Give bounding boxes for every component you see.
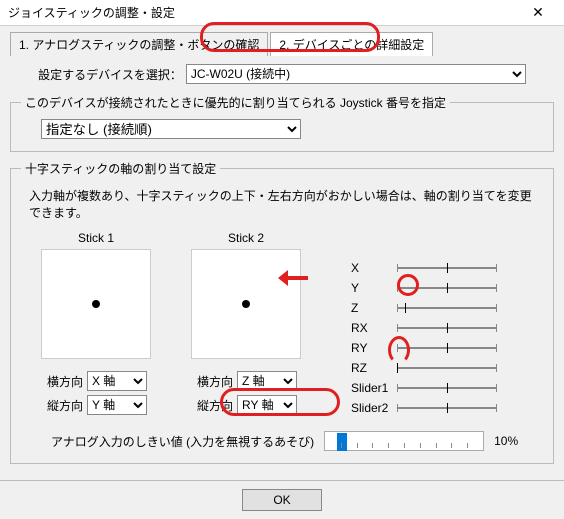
ok-button[interactable]: OK — [242, 489, 322, 511]
axis-z-slider[interactable] — [397, 307, 497, 309]
stick1-dot — [92, 300, 100, 308]
cross-group: 十字スティックの軸の割り当て設定 入力軸が複数あり、十字スティックの上下・左右方… — [10, 160, 554, 464]
axis-x-slider[interactable] — [397, 267, 497, 269]
window-title: ジョイスティックの調整・設定 — [8, 4, 175, 21]
tab-strip: 1. アナログスティックの調整・ボタンの確認 2. デバイスごとの詳細設定 — [10, 32, 554, 56]
priority-legend: このデバイスが接続されたときに優先的に割り当てられる Joystick 番号を指… — [21, 94, 450, 111]
axis-ry-slider[interactable] — [397, 347, 497, 349]
stick2-box — [191, 249, 301, 359]
axis-s2-label: Slider2 — [351, 401, 397, 415]
tab-device-detail[interactable]: 2. デバイスごとの詳細設定 — [270, 32, 433, 56]
device-select-label: 設定するデバイスを選択： — [38, 66, 182, 83]
stick2-v-select[interactable]: RY 軸 — [237, 395, 297, 415]
stick1-box — [41, 249, 151, 359]
stick1-col: Stick 1 横方向 X 軸 縦方向 Y 軸 — [41, 231, 151, 419]
stick1-v-select[interactable]: Y 軸 — [87, 395, 147, 415]
axis-rx-slider[interactable] — [397, 327, 497, 329]
tab-analog[interactable]: 1. アナログスティックの調整・ボタンの確認 — [10, 32, 268, 56]
cross-desc: 入力軸が複数あり、十字スティックの上下・左右方向がおかしい場合は、軸の割り当てを… — [29, 187, 543, 221]
threshold-label: アナログ入力のしきい値 (入力を無視するあそび) — [51, 433, 314, 450]
cross-legend: 十字スティックの軸の割り当て設定 — [21, 160, 220, 177]
stick2-col: Stick 2 横方向 Z 軸 縦方向 RY 軸 — [191, 231, 301, 419]
device-select[interactable]: JC-W02U (接続中) — [186, 64, 526, 84]
axis-y-slider[interactable] — [397, 287, 497, 289]
axis-rz-slider[interactable] — [397, 367, 497, 369]
stick1-label: Stick 1 — [41, 231, 151, 245]
stick2-h-label: 横方向 — [191, 373, 233, 390]
stick2-h-select[interactable]: Z 軸 — [237, 371, 297, 391]
axis-sliders: X Y Z RX RY RZ Slider1 Slider2 — [351, 255, 497, 421]
axis-s2-slider[interactable] — [397, 407, 497, 409]
stick2-v-label: 縦方向 — [191, 397, 233, 414]
axis-rz-label: RZ — [351, 361, 397, 375]
stick1-h-label: 横方向 — [41, 373, 83, 390]
stick1-h-select[interactable]: X 軸 — [87, 371, 147, 391]
axis-s1-label: Slider1 — [351, 381, 397, 395]
axis-ry-label: RY — [351, 341, 397, 355]
priority-group: このデバイスが接続されたときに優先的に割り当てられる Joystick 番号を指… — [10, 94, 554, 152]
stick2-label: Stick 2 — [191, 231, 301, 245]
axis-rx-label: RX — [351, 321, 397, 335]
axis-y-label: Y — [351, 281, 397, 295]
axis-s1-slider[interactable] — [397, 387, 497, 389]
stick1-v-label: 縦方向 — [41, 397, 83, 414]
axis-z-label: Z — [351, 301, 397, 315]
threshold-value: 10% — [494, 434, 518, 448]
close-icon[interactable]: ✕ — [518, 0, 558, 25]
threshold-slider[interactable] — [324, 431, 484, 451]
stick2-dot — [242, 300, 250, 308]
priority-select[interactable]: 指定なし (接続順) — [41, 119, 301, 139]
axis-x-label: X — [351, 261, 397, 275]
